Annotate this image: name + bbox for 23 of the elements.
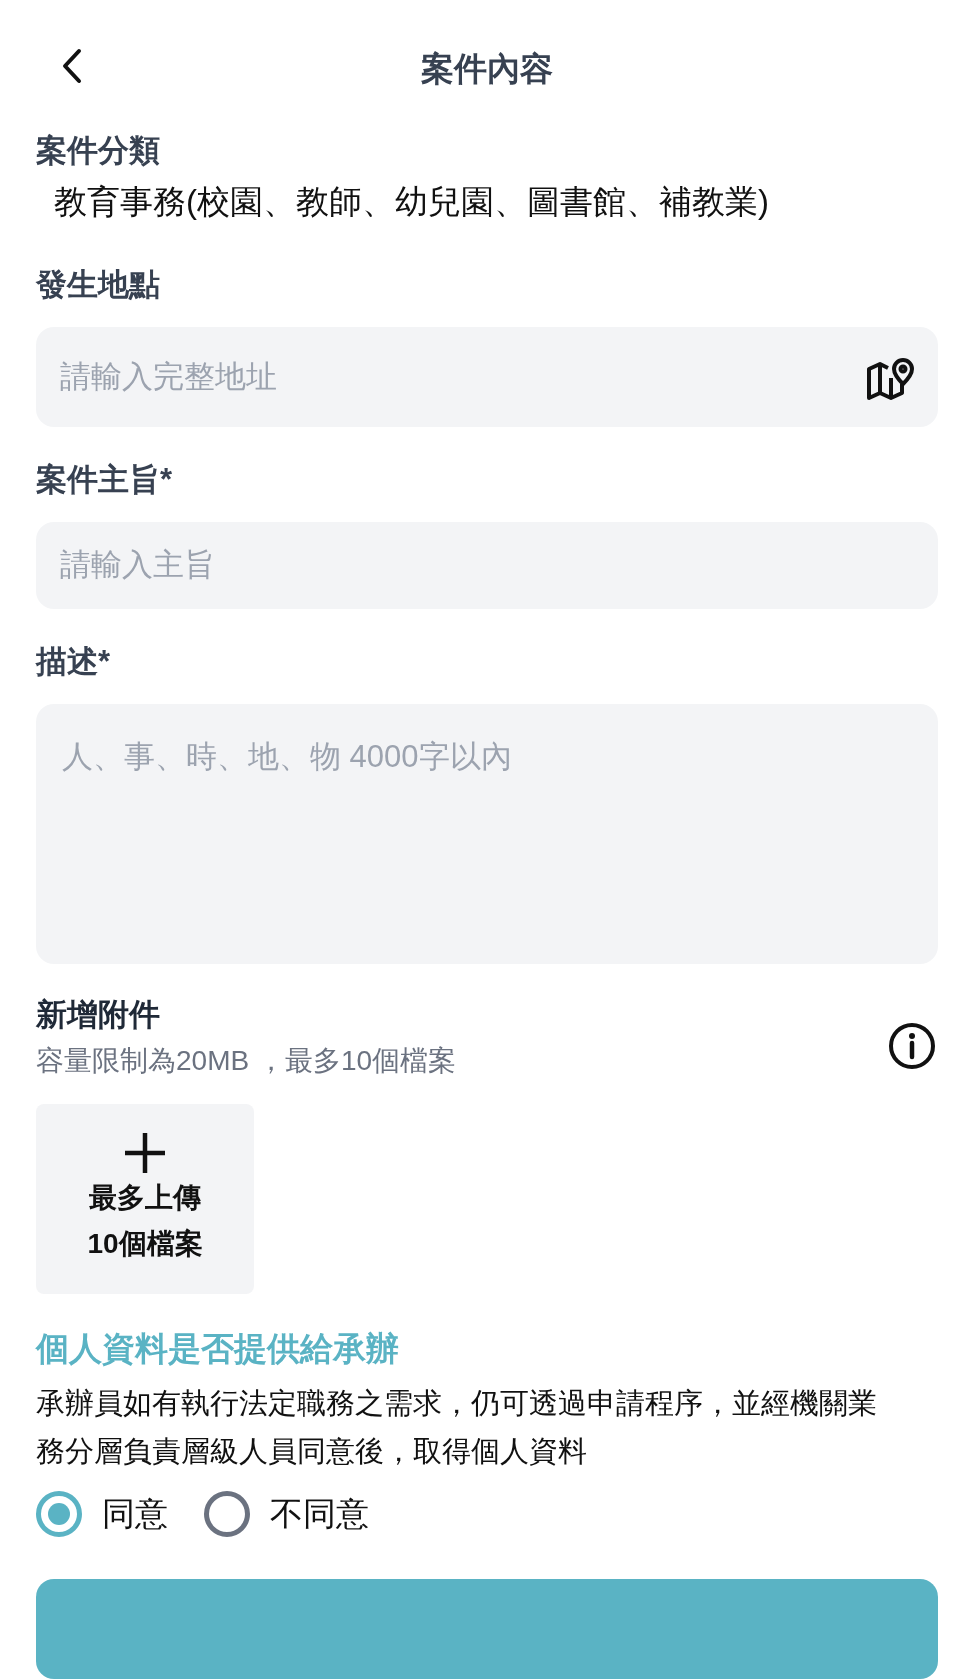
radio-button[interactable]: [204, 1491, 250, 1538]
info-icon[interactable]: [888, 1022, 936, 1071]
radio-label: 不同意: [270, 1494, 369, 1535]
field-label: 描述*: [36, 642, 112, 681]
section-title: 個人資料是否提供給承辦: [36, 1329, 400, 1370]
upload-button[interactable]: 最多上傳 10個檔案: [36, 1104, 254, 1295]
field-label: 案件主旨*: [36, 460, 174, 499]
radio-button[interactable]: [36, 1491, 82, 1538]
field-label: 案件分類: [36, 132, 161, 170]
attachment-note: 容量限制為20MB ，最多10個檔案: [36, 1044, 457, 1078]
subject-field[interactable]: 請輸入主旨: [36, 521, 938, 609]
page-title: 案件內容: [421, 49, 553, 90]
description-field[interactable]: 人、事、時、地、物 4000字以內: [36, 703, 938, 965]
address-field[interactable]: 請輸入完整地址: [36, 326, 938, 427]
upload-text: 10個檔案: [87, 1227, 203, 1262]
field-label: 發生地點: [36, 266, 161, 304]
radio-label: 同意: [102, 1494, 168, 1535]
category-value: 教育事務(校園、教師、幼兒園、圖書館、補教業): [53, 181, 770, 222]
back-icon: [61, 48, 83, 84]
plus-icon: [123, 1131, 167, 1176]
upload-text: 最多上傳: [89, 1181, 201, 1216]
privacy-text: 承辦員如有執行法定職務之需求，仍可透過申請程序，並經機關業務分層負責層級人員同意後，取得個人資料: [36, 1386, 878, 1470]
section-title: 新增附件: [36, 996, 161, 1035]
